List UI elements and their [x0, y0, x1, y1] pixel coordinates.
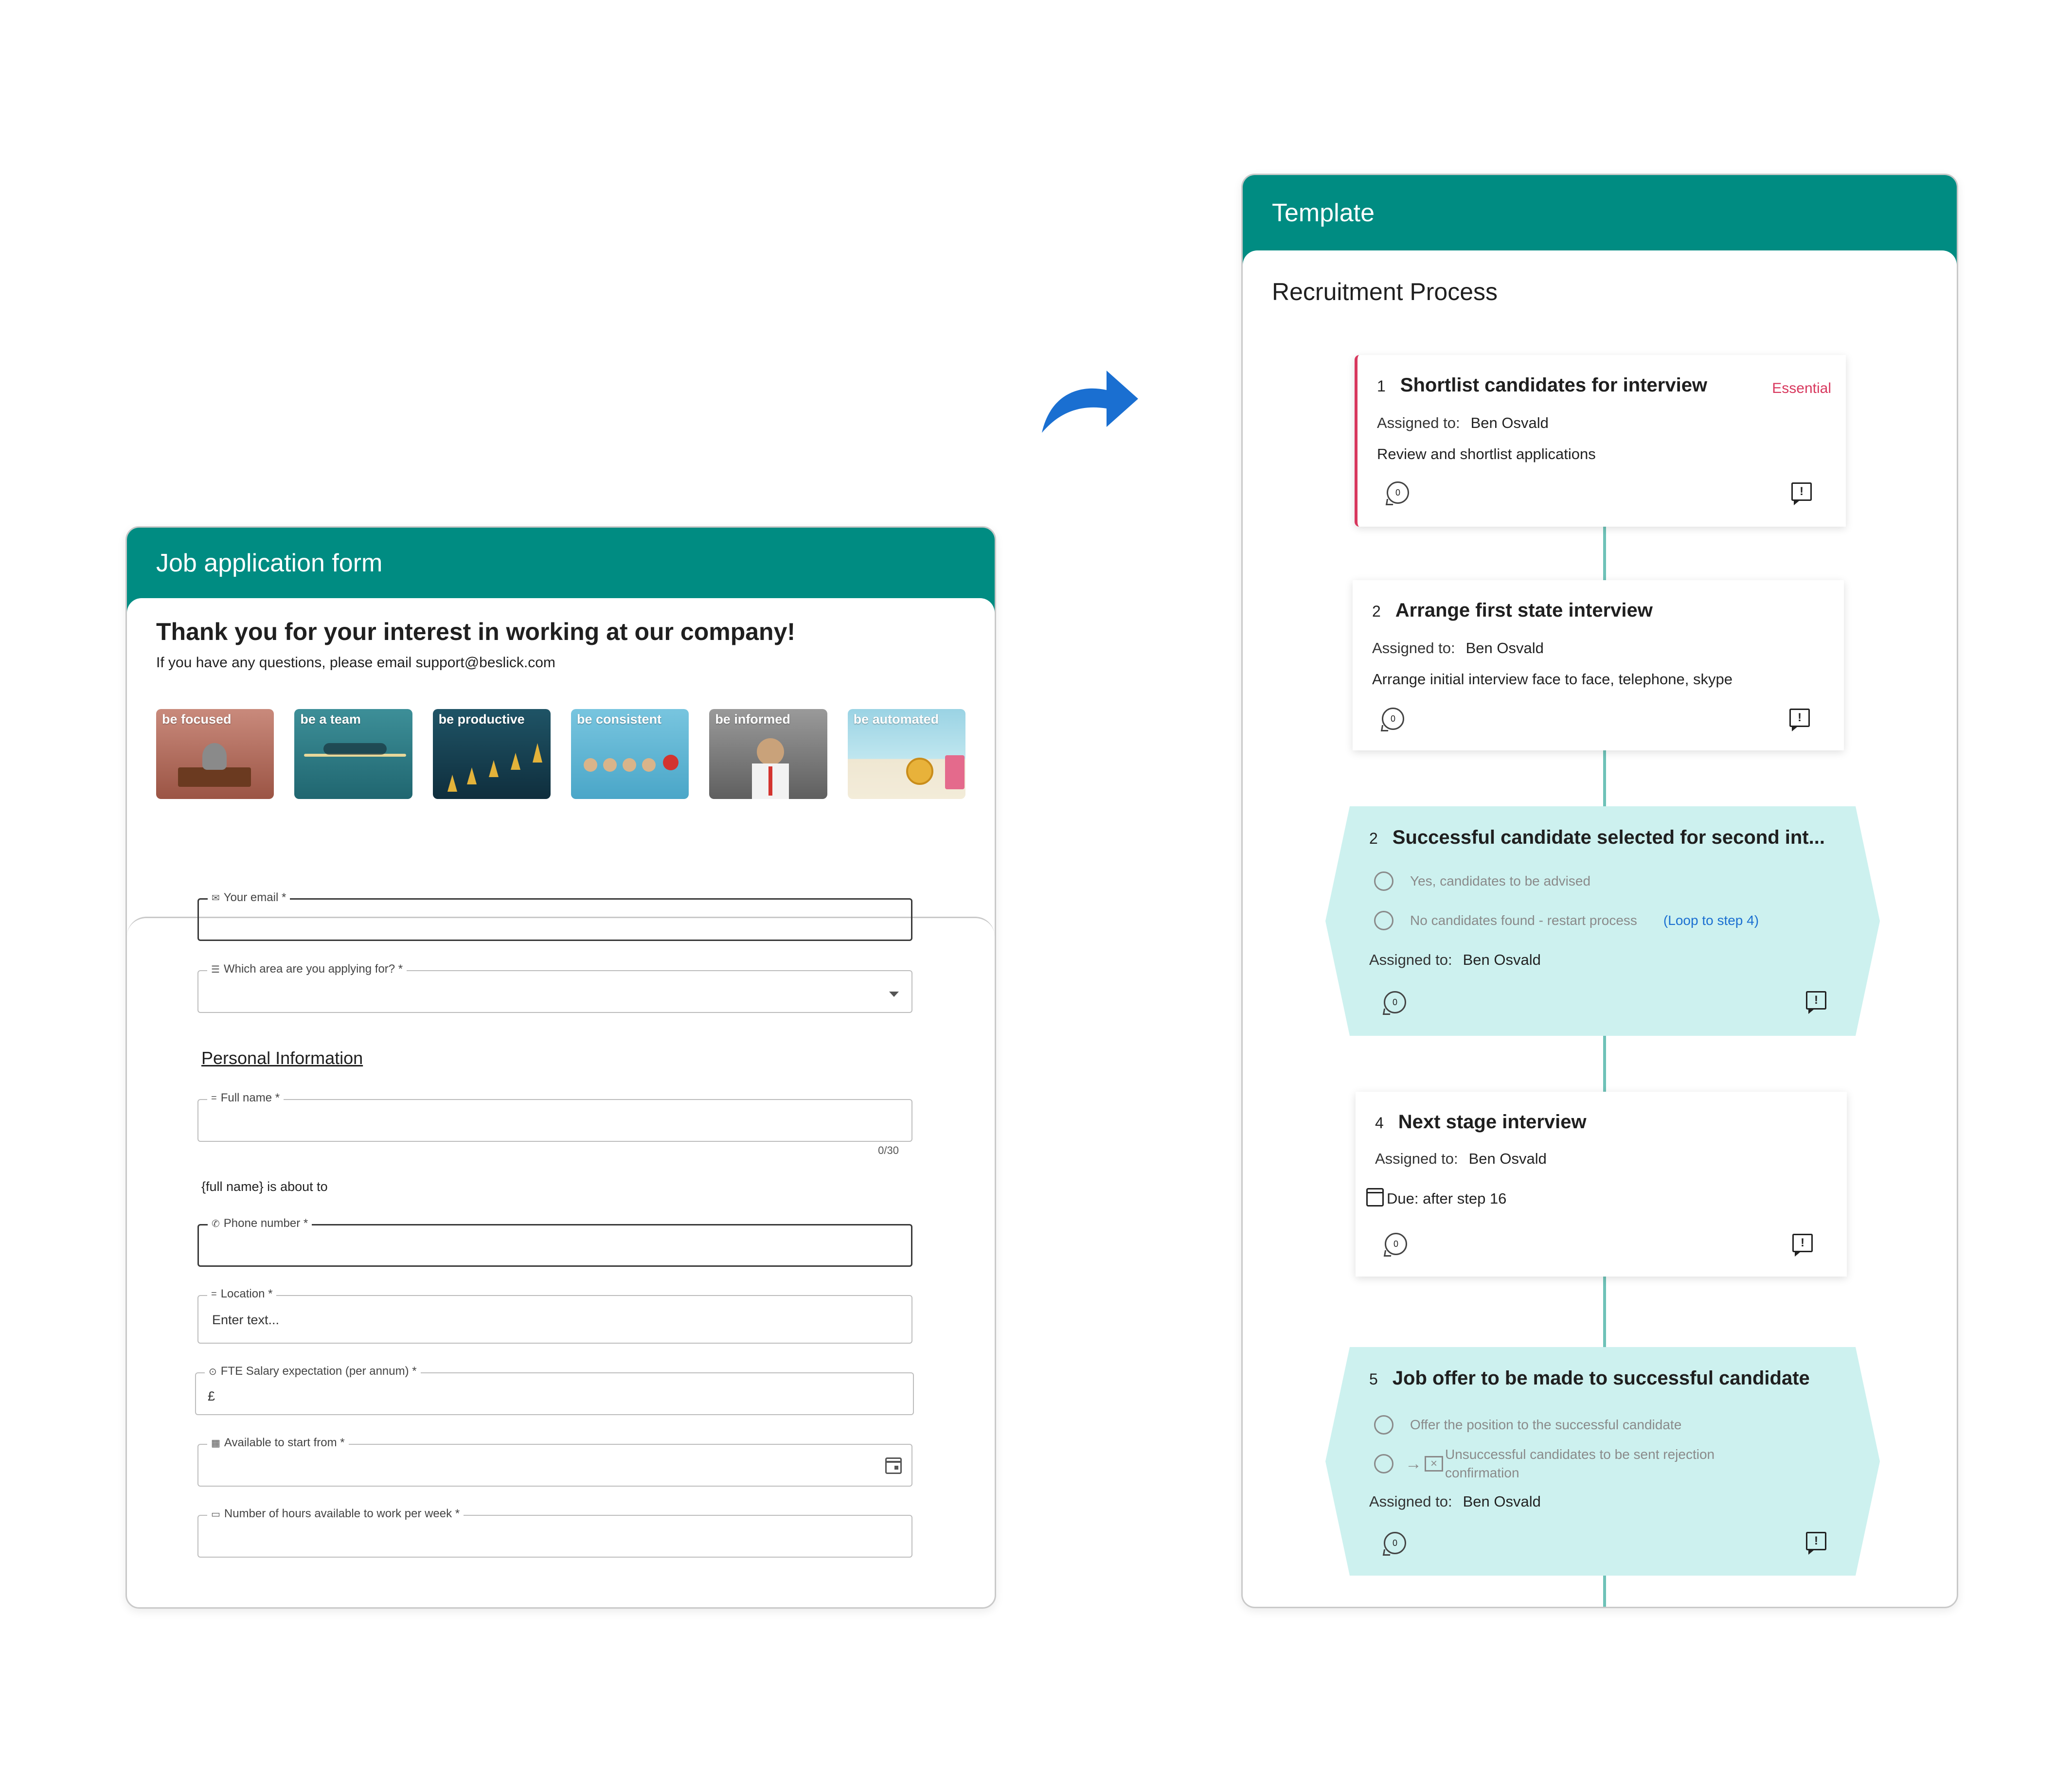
- email-field[interactable]: ✉ Your email *: [197, 891, 912, 941]
- assigned-row: Assigned to: Ben Osvald: [1369, 951, 1541, 968]
- mail-icon: ✉: [212, 892, 220, 904]
- step-title: Successful candidate selected for second…: [1392, 827, 1825, 848]
- step-number: 2: [1372, 603, 1381, 620]
- assignee: Ben Osvald: [1468, 1150, 1547, 1167]
- job-application-form-panel: Job application form Thank you for your …: [125, 526, 996, 1609]
- arrow-right-icon: →: [1405, 1454, 1422, 1473]
- step-title: Next stage interview: [1398, 1111, 1587, 1133]
- salary-field[interactable]: ⊙ FTE Salary expectation (per annum) * £: [195, 1365, 914, 1415]
- comment-count-icon[interactable]: 0: [1387, 481, 1409, 504]
- tile-be-automated: be automated: [847, 709, 965, 799]
- intro-title: Thank you for your interest in working a…: [156, 618, 796, 645]
- feedback-icon[interactable]: !: [1806, 1532, 1826, 1555]
- step-connector: [1603, 1036, 1606, 1092]
- step-connector: [1603, 750, 1606, 806]
- chevron-down-icon: [889, 992, 899, 997]
- step-card-arrange-interview[interactable]: 2 Arrange first state interview Assigned…: [1353, 580, 1844, 750]
- step-card-shortlist[interactable]: 1 Shortlist candidates for interview Ess…: [1355, 355, 1846, 527]
- assignee: Ben Osvald: [1463, 1493, 1541, 1510]
- phone-icon: ✆: [212, 1218, 220, 1229]
- short-text-icon: =: [211, 1288, 217, 1299]
- tile-be-informed: be informed: [709, 709, 827, 799]
- share-arrow-icon: [1042, 371, 1138, 433]
- start-date-field[interactable]: ▦ Available to start from *: [197, 1436, 912, 1487]
- date-picker-icon[interactable]: [885, 1457, 902, 1474]
- salary-currency: £: [208, 1389, 215, 1403]
- comment-count-icon[interactable]: 0: [1385, 1233, 1407, 1255]
- essential-badge: Essential: [1772, 380, 1831, 396]
- due-text: Due: after step 16: [1387, 1190, 1507, 1207]
- step-card-next-stage-interview[interactable]: 4 Next stage interview Assigned to: Ben …: [1356, 1092, 1847, 1277]
- form-intro-section: Thank you for your interest in working a…: [127, 598, 995, 918]
- feedback-icon[interactable]: !: [1791, 482, 1812, 505]
- feedback-icon[interactable]: !: [1792, 1234, 1813, 1257]
- step-number: 1: [1377, 377, 1386, 395]
- tile-be-a-team: be a team: [294, 709, 412, 799]
- phone-field[interactable]: ✆ Phone number *: [197, 1217, 912, 1267]
- tile-be-consistent: be consistent: [571, 709, 689, 799]
- step-connector: [1603, 527, 1606, 580]
- assigned-row: Assigned to: Ben Osvald: [1369, 1493, 1541, 1510]
- loop-to-step-link[interactable]: (Loop to step 4): [1663, 913, 1759, 928]
- hours-field[interactable]: ▭ Number of hours available to work per w…: [197, 1507, 912, 1558]
- tile-be-productive: be productive: [432, 709, 551, 799]
- option-no[interactable]: No candidates found - restart process (L…: [1374, 911, 1759, 930]
- value-tiles: be focused be a team be productive be co…: [156, 709, 965, 799]
- comment-count-icon[interactable]: 0: [1384, 1532, 1406, 1554]
- feedback-icon[interactable]: !: [1789, 709, 1810, 731]
- decision-step-job-offer[interactable]: 5 Job offer to be made to successful can…: [1325, 1347, 1880, 1576]
- assignee: Ben Osvald: [1463, 951, 1541, 968]
- step-number: 4: [1375, 1114, 1384, 1132]
- location-placeholder: Enter text...: [212, 1313, 280, 1327]
- full-name-helper-text: {full name} is about to: [201, 1179, 328, 1194]
- step-number: 5: [1369, 1370, 1378, 1388]
- location-field[interactable]: = Location * Enter text...: [197, 1287, 912, 1344]
- personal-information-heading: Personal Information: [201, 1048, 363, 1068]
- full-name-counter: 0/30: [878, 1144, 899, 1156]
- step-title: Shortlist candidates for interview: [1400, 374, 1708, 396]
- comment-count-icon[interactable]: 0: [1384, 991, 1406, 1013]
- assignee: Ben Osvald: [1465, 639, 1544, 657]
- step-connector: [1603, 1576, 1606, 1607]
- full-name-field[interactable]: = Full name *: [197, 1091, 912, 1142]
- step-connector: [1603, 1277, 1606, 1347]
- step-description: Arrange initial interview face to face, …: [1372, 671, 1733, 688]
- currency-icon: ⊙: [209, 1366, 217, 1377]
- area-select[interactable]: ☰ Which area are you applying for? *: [197, 962, 912, 1013]
- assigned-row: Assigned to: Ben Osvald: [1372, 639, 1544, 657]
- tile-be-focused: be focused: [156, 709, 274, 799]
- step-title: Job offer to be made to successful candi…: [1392, 1367, 1810, 1389]
- assignee: Ben Osvald: [1470, 414, 1549, 431]
- radio-button[interactable]: [1374, 1415, 1393, 1435]
- assigned-row: Assigned to: Ben Osvald: [1377, 414, 1549, 431]
- decision-step-second-interview[interactable]: 2 Successful candidate selected for seco…: [1325, 806, 1880, 1036]
- step-number: 2: [1369, 830, 1378, 847]
- intro-subtitle: If you have any questions, please email …: [156, 655, 555, 671]
- comment-count-icon[interactable]: 0: [1382, 708, 1404, 730]
- option-reject[interactable]: → × Unsuccessful candidates to be sent re…: [1374, 1445, 1747, 1482]
- template-panel: Template Recruitment Process 1 Shortlist…: [1241, 174, 1958, 1608]
- radio-button[interactable]: [1374, 911, 1393, 930]
- due-row: Due: after step 16: [1366, 1188, 1506, 1207]
- option-offer[interactable]: Offer the position to the successful can…: [1374, 1415, 1681, 1435]
- assigned-row: Assigned to: Ben Osvald: [1375, 1150, 1547, 1167]
- short-text-icon: =: [211, 1092, 217, 1103]
- calendar-icon: [1366, 1188, 1384, 1207]
- calendar-icon: ▦: [211, 1438, 220, 1449]
- step-description: Review and shortlist applications: [1377, 445, 1596, 462]
- process-title: Recruitment Process: [1272, 278, 1498, 305]
- number-icon: ▭: [211, 1509, 220, 1520]
- step-title: Arrange first state interview: [1395, 600, 1653, 621]
- radio-button[interactable]: [1374, 871, 1393, 891]
- radio-button[interactable]: [1374, 1454, 1393, 1473]
- list-icon: ☰: [211, 964, 220, 975]
- feedback-icon[interactable]: !: [1806, 991, 1826, 1014]
- reject-icon: ×: [1425, 1456, 1443, 1472]
- option-yes[interactable]: Yes, candidates to be advised: [1374, 871, 1590, 891]
